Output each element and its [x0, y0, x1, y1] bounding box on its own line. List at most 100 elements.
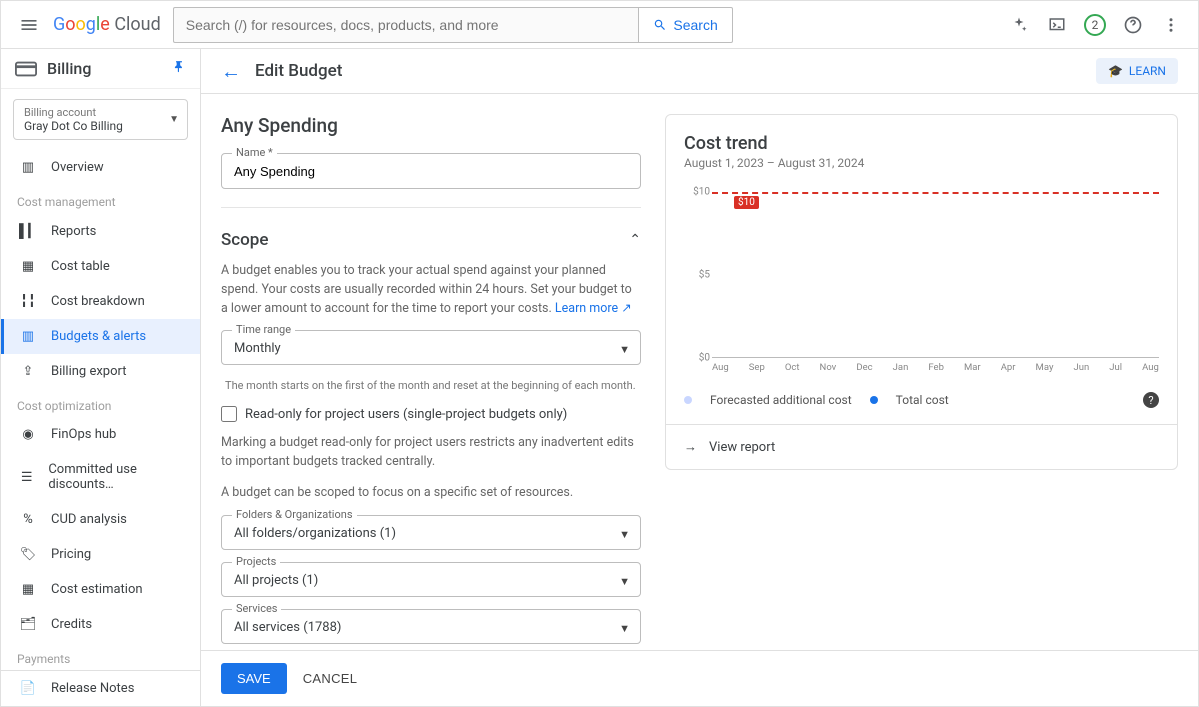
- back-arrow-icon[interactable]: ←: [221, 59, 241, 84]
- services-label: Services: [232, 602, 281, 615]
- sidebar-section-payments: Payments: [1, 642, 200, 670]
- learn-button[interactable]: 🎓 LEARN: [1096, 58, 1178, 84]
- search-icon: [653, 18, 667, 32]
- save-button[interactable]: SAVE: [221, 663, 287, 694]
- view-report-link[interactable]: → View report: [666, 424, 1177, 469]
- y-tick: $5: [699, 270, 710, 281]
- cloud-shell-icon[interactable]: [1046, 14, 1068, 36]
- time-range-label: Time range: [232, 323, 295, 336]
- sidebar-item-export[interactable]: ⇪Billing export: [1, 354, 200, 389]
- cost-trend-title: Cost trend: [684, 133, 1159, 154]
- hamburger-menu-icon[interactable]: [17, 13, 41, 37]
- sidebar-item-cost-breakdown[interactable]: ╏╏Cost breakdown: [1, 284, 200, 319]
- chevron-down-icon: ▼: [619, 343, 630, 356]
- x-tick: Aug: [712, 362, 729, 382]
- projects-select[interactable]: Projects All projects (1) ▼: [221, 562, 641, 597]
- chevron-down-icon: ▼: [619, 528, 630, 541]
- folders-select[interactable]: Folders & Organizations All folders/orga…: [221, 515, 641, 550]
- discount-icon: ☰: [19, 470, 34, 485]
- page-header: ← Edit Budget 🎓 LEARN: [201, 49, 1198, 94]
- readonly-checkbox-row[interactable]: Read-only for project users (single-proj…: [221, 406, 641, 422]
- readonly-label: Read-only for project users (single-proj…: [245, 407, 567, 422]
- top-bar: Google Cloud Search 2: [1, 1, 1198, 49]
- name-input[interactable]: [234, 164, 628, 179]
- time-range-select[interactable]: Time range Monthly ▼: [221, 330, 641, 365]
- x-tick: Nov: [820, 362, 837, 382]
- breakdown-icon: ╏╏: [19, 294, 37, 309]
- x-tick: Jun: [1074, 362, 1090, 382]
- notifications-count: 2: [1092, 18, 1099, 32]
- sidebar-item-finops[interactable]: ◉FinOps hub: [1, 417, 200, 452]
- legend-help-icon[interactable]: ?: [1143, 392, 1159, 408]
- table-icon: ▦: [19, 259, 37, 274]
- reports-icon: ▌▎: [19, 223, 37, 239]
- sidebar-item-cud-discounts[interactable]: ☰Committed use discounts…: [1, 452, 200, 502]
- legend-dot-forecast: [684, 396, 692, 404]
- cost-trend-subtitle: August 1, 2023 – August 31, 2024: [684, 156, 1159, 170]
- threshold-line: $10: [712, 192, 1159, 194]
- projects-label: Projects: [232, 555, 280, 568]
- learn-label: LEARN: [1129, 64, 1166, 78]
- x-tick: Jan: [893, 362, 909, 382]
- x-tick: Dec: [856, 362, 872, 382]
- overview-icon: ▥: [19, 160, 37, 175]
- learn-icon: 🎓: [1108, 64, 1123, 78]
- sidebar: Billing Billing account Gray Dot Co Bill…: [1, 49, 201, 706]
- sidebar-item-reports[interactable]: ▌▎Reports: [1, 213, 200, 249]
- x-tick: Feb: [928, 362, 944, 382]
- chevron-up-icon: ⌃: [629, 232, 641, 248]
- sidebar-item-pricing[interactable]: 🏷Pricing: [1, 537, 200, 572]
- folders-label: Folders & Organizations: [232, 508, 357, 521]
- sidebar-section-cost-optimization: Cost optimization: [1, 389, 200, 417]
- legend-forecast-label: Forecasted additional cost: [710, 393, 852, 407]
- x-tick: May: [1036, 362, 1054, 382]
- billing-account-value: Gray Dot Co Billing: [24, 119, 177, 133]
- notifications-badge[interactable]: 2: [1084, 14, 1106, 36]
- more-menu-icon[interactable]: [1160, 14, 1182, 36]
- billing-icon: [15, 61, 37, 77]
- search-group: Search: [173, 7, 733, 43]
- estimation-icon: ▦: [19, 582, 37, 597]
- pin-icon[interactable]: [172, 60, 186, 78]
- cancel-button[interactable]: CANCEL: [303, 663, 358, 694]
- threshold-badge: $10: [734, 196, 759, 209]
- time-range-helper: The month starts on the first of the mon…: [225, 379, 637, 392]
- billing-account-select[interactable]: Billing account Gray Dot Co Billing ▼: [13, 99, 188, 140]
- sidebar-header: Billing: [1, 49, 200, 89]
- scope-section-header[interactable]: Scope ⌃: [221, 230, 641, 250]
- credits-icon: 🗂: [19, 617, 37, 632]
- readonly-checkbox[interactable]: [221, 406, 237, 422]
- pricing-icon: 🏷: [19, 547, 37, 562]
- name-field[interactable]: Name *: [221, 153, 641, 189]
- search-button[interactable]: Search: [638, 7, 732, 43]
- y-tick: $10: [693, 187, 710, 198]
- search-input[interactable]: [173, 7, 639, 43]
- scope-description: A budget enables you to track your actua…: [221, 262, 641, 318]
- learn-more-link[interactable]: Learn more ↗: [555, 301, 632, 316]
- folders-value: All folders/organizations (1): [234, 526, 628, 541]
- sidebar-item-cost-table[interactable]: ▦Cost table: [1, 249, 200, 284]
- form-footer: SAVE CANCEL: [201, 650, 1198, 706]
- chart-legend: Forecasted additional cost Total cost ?: [666, 384, 1177, 424]
- x-tick: Jul: [1109, 362, 1122, 382]
- product-logo[interactable]: Google Cloud: [53, 14, 161, 35]
- release-notes-icon: 📄: [19, 681, 37, 696]
- services-select[interactable]: Services All services (1788) ▼: [221, 609, 641, 644]
- sidebar-item-credits[interactable]: 🗂Credits: [1, 607, 200, 642]
- sidebar-item-cud-analysis[interactable]: %CUD analysis: [1, 502, 200, 537]
- sidebar-item-overview[interactable]: ▥Overview: [1, 150, 200, 185]
- export-icon: ⇪: [19, 364, 37, 379]
- topbar-actions: 2: [1008, 14, 1182, 36]
- baseline: [712, 357, 1159, 358]
- analysis-icon: %: [19, 512, 37, 527]
- sidebar-title: Billing: [47, 59, 91, 78]
- sidebar-item-cost-estimation[interactable]: ▦Cost estimation: [1, 572, 200, 607]
- sidebar-item-release-notes[interactable]: 📄Release Notes: [1, 671, 200, 706]
- divider: [221, 207, 641, 208]
- x-tick: Oct: [785, 362, 800, 382]
- sparkle-icon[interactable]: [1008, 14, 1030, 36]
- sidebar-item-budgets[interactable]: ▥Budgets & alerts: [1, 319, 200, 354]
- x-tick: Sep: [749, 362, 765, 382]
- chevron-down-icon: ▼: [619, 575, 630, 588]
- help-icon[interactable]: [1122, 14, 1144, 36]
